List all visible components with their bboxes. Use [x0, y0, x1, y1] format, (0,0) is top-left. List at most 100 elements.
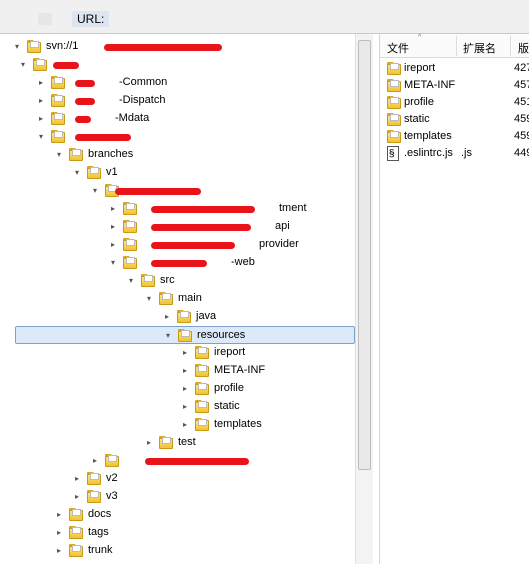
- folder-icon: [51, 76, 65, 89]
- tree-scrollbar-thumb[interactable]: [358, 40, 371, 470]
- tree-row[interactable]: ▸ -Dispatch: [15, 92, 355, 110]
- tree-row-label: META-INF: [214, 364, 266, 376]
- folder-icon: [87, 472, 101, 485]
- collapse-arrow-icon[interactable]: ▾: [129, 276, 137, 286]
- tree-row-label: profile: [214, 382, 244, 394]
- tree-row[interactable]: ▸ -Mdata: [15, 110, 355, 128]
- expand-arrow-icon[interactable]: ▸: [57, 528, 65, 538]
- expand-arrow-icon[interactable]: ▸: [39, 114, 47, 124]
- tree-row[interactable]: ▾ main: [15, 290, 355, 308]
- collapse-arrow-icon[interactable]: ▾: [57, 150, 65, 160]
- folder-icon: [69, 148, 83, 161]
- file-list-row[interactable]: ireport 427: [380, 60, 529, 77]
- tree-row[interactable]: ▾: [15, 128, 355, 146]
- collapse-arrow-icon[interactable]: ▾: [166, 331, 174, 341]
- folder-icon: [69, 526, 83, 539]
- tree-row[interactable]: ▾: [15, 56, 355, 74]
- expand-arrow-icon[interactable]: ▸: [75, 492, 83, 502]
- tree-row[interactable]: ▸ v2: [15, 470, 355, 488]
- expand-arrow-icon[interactable]: ▸: [111, 222, 119, 232]
- expand-arrow-icon[interactable]: ▸: [165, 312, 173, 322]
- tree-row[interactable]: ▾ resources: [15, 326, 355, 344]
- tree-row-label: v2: [106, 472, 118, 484]
- tree-row[interactable]: ▾ svn://1: [15, 38, 355, 56]
- tree-row[interactable]: ▸ templates: [15, 416, 355, 434]
- column-divider[interactable]: [510, 36, 511, 56]
- tree-row[interactable]: ▸ tment: [15, 200, 355, 218]
- file-list-row[interactable]: templates 459: [380, 128, 529, 145]
- column-divider[interactable]: [456, 36, 457, 56]
- tree-row-label: -Common: [119, 76, 168, 88]
- expand-arrow-icon[interactable]: ▸: [75, 474, 83, 484]
- expand-arrow-icon[interactable]: ▸: [183, 420, 191, 430]
- tree-row[interactable]: ▸ ireport: [15, 344, 355, 362]
- tree-row[interactable]: ▸ META-INF: [15, 362, 355, 380]
- file-list-row[interactable]: static 459: [380, 111, 529, 128]
- collapse-arrow-icon[interactable]: ▾: [75, 168, 83, 178]
- tree-row[interactable]: ▸: [15, 452, 355, 470]
- tree-row[interactable]: ▾ src: [15, 272, 355, 290]
- tree-scrollbar[interactable]: [355, 34, 373, 564]
- tree-row[interactable]: ▸ provider: [15, 236, 355, 254]
- redaction-mark: [151, 260, 207, 267]
- expand-arrow-icon[interactable]: ▸: [183, 384, 191, 394]
- folder-icon: [195, 418, 209, 431]
- folder-icon: [51, 112, 65, 125]
- redaction-mark: [151, 206, 255, 213]
- tree-row[interactable]: ▸ trunk: [15, 542, 355, 560]
- collapse-arrow-icon[interactable]: ▾: [15, 42, 23, 52]
- repository-tree[interactable]: ▾ svn://1 ▾ ▸ -Common ▸ -Dispatch ▸ -Mdata ▾ ▾ bran…: [15, 34, 373, 564]
- file-list-row[interactable]: § .eslintrc.js .js 449: [380, 145, 529, 162]
- expand-arrow-icon[interactable]: ▸: [39, 78, 47, 88]
- tree-row-label: v3: [106, 490, 118, 502]
- file-list-row[interactable]: profile 451: [380, 94, 529, 111]
- tree-row[interactable]: ▸ java: [15, 308, 355, 326]
- redaction-mark: [53, 62, 79, 69]
- column-header-revision[interactable]: 版: [518, 40, 529, 56]
- expand-arrow-icon[interactable]: ▸: [57, 510, 65, 520]
- tree-row-label: main: [178, 292, 202, 304]
- redaction-mark: [75, 134, 131, 141]
- tree-row[interactable]: ▸ profile: [15, 380, 355, 398]
- file-name: templates: [404, 130, 452, 142]
- tree-row[interactable]: ▸ test: [15, 434, 355, 452]
- tree-row[interactable]: ▾: [15, 182, 355, 200]
- tree-row[interactable]: ▸ -Common: [15, 74, 355, 92]
- tree-row-label: -Mdata: [115, 112, 150, 124]
- tree-row-label: -Dispatch: [119, 94, 166, 106]
- expand-arrow-icon[interactable]: ▸: [111, 240, 119, 250]
- collapse-arrow-icon[interactable]: ▾: [111, 258, 119, 268]
- folder-icon: [123, 220, 137, 233]
- tree-row[interactable]: ▸ tags: [15, 524, 355, 542]
- expand-arrow-icon[interactable]: ▸: [183, 348, 191, 358]
- tree-row[interactable]: ▾ v1: [15, 164, 355, 182]
- expand-arrow-icon[interactable]: ▸: [111, 204, 119, 214]
- expand-arrow-icon[interactable]: ▸: [39, 96, 47, 106]
- expand-arrow-icon[interactable]: ▸: [183, 366, 191, 376]
- collapse-arrow-icon[interactable]: ▾: [147, 294, 155, 304]
- tree-row[interactable]: ▾ branches: [15, 146, 355, 164]
- file-revision: 451: [514, 96, 529, 108]
- tree-row[interactable]: ▸ api: [15, 218, 355, 236]
- collapse-arrow-icon[interactable]: ▾: [21, 60, 29, 70]
- collapse-arrow-icon[interactable]: ▾: [39, 132, 47, 142]
- redaction-mark: [115, 188, 201, 195]
- tree-row[interactable]: ▸ v3: [15, 488, 355, 506]
- expand-arrow-icon[interactable]: ▸: [57, 546, 65, 556]
- column-header-name[interactable]: 文件: [387, 40, 409, 56]
- file-name: ireport: [404, 62, 436, 74]
- tree-row[interactable]: ▸ static: [15, 398, 355, 416]
- expand-arrow-icon[interactable]: ▸: [147, 438, 155, 448]
- folder-icon: [177, 310, 191, 323]
- redaction-mark: [151, 224, 251, 231]
- column-header-extension[interactable]: 扩展名: [463, 40, 496, 56]
- expand-arrow-icon[interactable]: ▸: [183, 402, 191, 412]
- collapse-arrow-icon[interactable]: ▾: [93, 186, 101, 196]
- expand-arrow-icon[interactable]: ▸: [93, 456, 101, 466]
- file-list[interactable]: 文件 ^ 扩展名 版 ireport 427 META-INF 457 profile 4…: [379, 34, 529, 564]
- folder-icon: [123, 256, 137, 269]
- sort-ascending-icon: ^: [418, 34, 422, 41]
- tree-row[interactable]: ▾ -web: [15, 254, 355, 272]
- file-list-row[interactable]: META-INF 457: [380, 77, 529, 94]
- tree-row[interactable]: ▸ docs: [15, 506, 355, 524]
